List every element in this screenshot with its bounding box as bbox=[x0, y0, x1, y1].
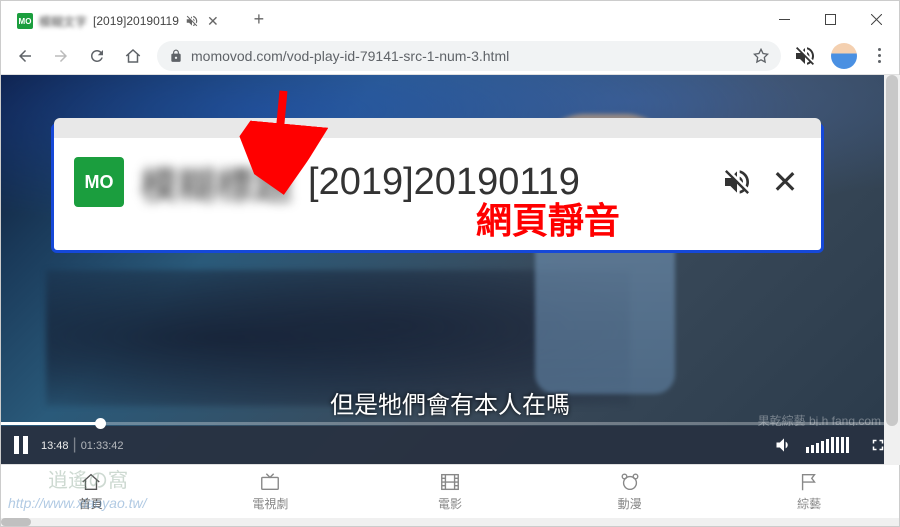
volume-bars[interactable] bbox=[806, 437, 849, 453]
nav-anime[interactable]: 動漫 bbox=[540, 465, 720, 518]
progress-bar[interactable] bbox=[1, 422, 899, 425]
vertical-scrollbar[interactable] bbox=[884, 75, 900, 465]
browser-window: MO 模糊文字 [2019]20190119 ✕ + momovod.com/v… bbox=[0, 0, 900, 527]
callout-mute-icon[interactable] bbox=[721, 166, 753, 198]
minimize-button[interactable] bbox=[761, 3, 807, 35]
tab-mute-icon[interactable] bbox=[185, 14, 199, 28]
flag-icon bbox=[798, 471, 820, 493]
nav-tv[interactable]: 電視劇 bbox=[181, 465, 361, 518]
video-controls: 13:48|01:33:42 bbox=[1, 426, 899, 464]
nav-movie[interactable]: 電影 bbox=[360, 465, 540, 518]
window-controls bbox=[761, 3, 899, 35]
forward-button bbox=[45, 40, 77, 72]
lock-icon bbox=[169, 49, 183, 63]
tab-title-suffix: [2019]20190119 bbox=[93, 14, 179, 28]
tab-close-icon[interactable]: ✕ bbox=[205, 13, 221, 29]
nav-variety[interactable]: 綜藝 bbox=[719, 465, 899, 518]
profile-avatar[interactable] bbox=[831, 43, 857, 69]
tab-callout-overlay: MO 模糊標題 [2019]20190119 ✕ 網頁靜音 bbox=[51, 123, 824, 253]
tv-icon bbox=[259, 471, 281, 493]
pause-button[interactable] bbox=[13, 436, 29, 454]
callout-favicon: MO bbox=[74, 157, 124, 207]
tab-title-blurred: 模糊文字 bbox=[39, 13, 87, 30]
video-player[interactable]: MO 模糊標題 [2019]20190119 ✕ 網頁靜音 但是牠們會有本人在嗎… bbox=[1, 75, 899, 464]
watermark-url: http://www.xiaoyao.tw/ bbox=[8, 495, 147, 511]
tab-favicon: MO bbox=[17, 13, 33, 29]
page-content: MO 模糊標題 [2019]20190119 ✕ 網頁靜音 但是牠們會有本人在嗎… bbox=[1, 75, 899, 526]
titlebar: MO 模糊文字 [2019]20190119 ✕ + bbox=[1, 1, 899, 37]
video-subtitle: 但是牠們會有本人在嗎 bbox=[330, 385, 570, 420]
url-box[interactable]: momovod.com/vod-play-id-79141-src-1-num-… bbox=[157, 41, 781, 71]
browser-tab[interactable]: MO 模糊文字 [2019]20190119 ✕ bbox=[9, 5, 229, 37]
bookmark-star-icon[interactable] bbox=[753, 48, 769, 64]
back-button[interactable] bbox=[9, 40, 41, 72]
watermark-logo: 逍遙の窩 bbox=[48, 464, 128, 493]
annotation-text: 網頁靜音 bbox=[476, 192, 620, 244]
film-icon bbox=[439, 471, 461, 493]
close-window-button[interactable] bbox=[853, 3, 899, 35]
url-text: momovod.com/vod-play-id-79141-src-1-num-… bbox=[191, 48, 745, 64]
bear-icon bbox=[619, 471, 641, 493]
new-tab-button[interactable]: + bbox=[245, 5, 273, 33]
callout-close-icon[interactable]: ✕ bbox=[769, 166, 801, 198]
annotation-arrow bbox=[246, 93, 316, 188]
home-button[interactable] bbox=[117, 40, 149, 72]
maximize-button[interactable] bbox=[807, 3, 853, 35]
horizontal-scrollbar[interactable] bbox=[1, 518, 899, 526]
time-display: 13:48|01:33:42 bbox=[41, 436, 124, 454]
address-bar: momovod.com/vod-play-id-79141-src-1-num-… bbox=[1, 37, 899, 75]
extension-mute-icon[interactable] bbox=[793, 44, 817, 68]
reload-button[interactable] bbox=[81, 40, 113, 72]
volume-icon[interactable] bbox=[774, 435, 794, 455]
menu-button[interactable] bbox=[867, 44, 891, 68]
